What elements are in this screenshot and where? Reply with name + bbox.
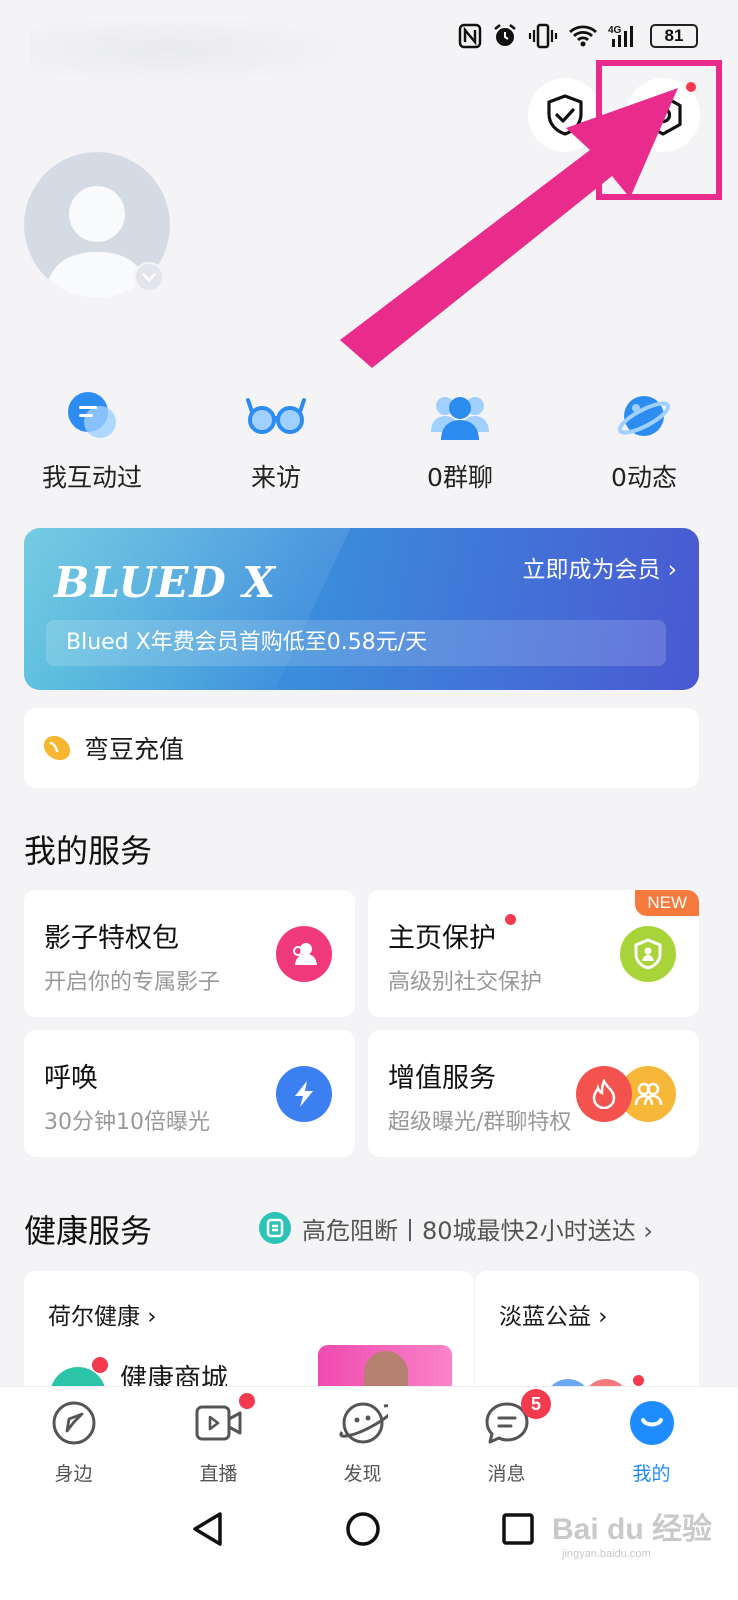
new-badge: NEW xyxy=(635,890,699,916)
card-title: 主页保护 xyxy=(388,923,496,954)
hospital-icon xyxy=(259,1212,291,1244)
home-icon[interactable] xyxy=(344,1510,382,1548)
stat-label: 来访 xyxy=(250,463,301,492)
become-member-link[interactable]: 立即成为会员 › xyxy=(522,550,677,584)
bean-icon xyxy=(43,735,71,761)
protect-shield-icon xyxy=(620,926,676,982)
health-promo-link[interactable]: 高危阻断丨80城最快2小时送达 › xyxy=(258,1208,653,1248)
card-title: 呼唤 xyxy=(44,1063,98,1094)
watermark-brand: Bai du 经验 xyxy=(552,1513,713,1546)
back-icon[interactable] xyxy=(190,1510,226,1548)
health-promo-text: 高危阻断丨80城最快2小时送达 › xyxy=(302,1216,654,1245)
card-subtitle: 开启你的专属影子 xyxy=(44,970,221,995)
avatar-expand-badge[interactable] xyxy=(134,262,164,292)
stat-interacted[interactable]: 我互动过 xyxy=(0,388,184,494)
profile-icon xyxy=(629,1401,674,1445)
tab-live[interactable]: 直播 xyxy=(145,1393,292,1486)
chat-bubble-icon xyxy=(68,392,116,438)
tab-label: 发现 xyxy=(343,1463,382,1485)
system-nav-bar: Bai du 经验 jingyan.baidu.com xyxy=(0,1496,738,1600)
recents-icon[interactable] xyxy=(500,1511,536,1547)
recharge-row[interactable]: 弯豆充值 xyxy=(24,708,699,788)
service-card-summon[interactable]: 呼唤 30分钟10倍曝光 xyxy=(24,1030,355,1157)
danlan-title[interactable]: 淡蓝公益 › xyxy=(499,1297,608,1331)
tab-me[interactable]: 我的 xyxy=(578,1395,725,1486)
card-title: 增值服务 xyxy=(388,1063,496,1094)
card-subtitle: 超级曝光/群聊特权 xyxy=(388,1110,572,1135)
banner-title: BLUED X xyxy=(54,558,277,607)
planet-icon xyxy=(617,396,671,436)
stat-visitors[interactable]: 来访 xyxy=(184,388,368,494)
health-card-hol[interactable]: 荷尔健康 › 健康商城 xyxy=(24,1271,474,1407)
vip-banner[interactable]: BLUED X 立即成为会员 › Blued X年费会员首购低至0.58元/天 xyxy=(24,528,699,690)
tab-discover[interactable]: 发现 xyxy=(289,1395,436,1486)
mall-notification-dot xyxy=(92,1357,108,1373)
chevron-down-icon xyxy=(142,273,156,282)
protect-notification-dot xyxy=(505,914,516,925)
card-title: 影子特权包 xyxy=(44,923,179,954)
service-card-value-added[interactable]: 增值服务 超级曝光/群聊特权 xyxy=(368,1030,699,1157)
card-subtitle: 30分钟10倍曝光 xyxy=(44,1110,210,1135)
tab-label: 我的 xyxy=(632,1463,671,1485)
stat-group-chats[interactable]: 0群聊 xyxy=(368,388,552,494)
service-card-shadow[interactable]: 影子特权包 开启你的专属影子 xyxy=(24,890,355,1017)
tab-nearby[interactable]: 身边 xyxy=(0,1395,147,1486)
baidu-watermark: Bai du 经验 jingyan.baidu.com xyxy=(552,1504,712,1560)
unread-count-badge: 5 xyxy=(521,1389,551,1419)
group-icon xyxy=(431,397,489,440)
health-title: 健康服务 xyxy=(24,1212,153,1250)
watermark-url: jingyan.baidu.com xyxy=(562,1548,651,1560)
tab-label: 直播 xyxy=(199,1463,238,1485)
fire-icon xyxy=(576,1066,632,1122)
tab-messages[interactable]: 5 消息 xyxy=(433,1389,580,1486)
stat-moments[interactable]: 0动态 xyxy=(552,388,736,494)
glasses-icon xyxy=(246,398,306,434)
banner-promo: Blued X年费会员首购低至0.58元/天 xyxy=(46,620,666,666)
danlan-notification-dot xyxy=(633,1375,644,1386)
stat-label: 0群聊 xyxy=(427,463,493,492)
planet-face-icon xyxy=(338,1402,388,1444)
tab-label: 身边 xyxy=(54,1463,93,1485)
tab-label: 消息 xyxy=(487,1463,526,1485)
service-card-profile-protect[interactable]: 主页保护 高级别社交保护 NEW xyxy=(368,890,699,1017)
card-subtitle: 高级别社交保护 xyxy=(388,970,543,995)
stat-label: 我互动过 xyxy=(41,463,142,492)
services-title: 我的服务 xyxy=(24,832,153,870)
compass-icon xyxy=(52,1401,95,1445)
hol-health-title[interactable]: 荷尔健康 › xyxy=(48,1297,157,1331)
live-notification-dot xyxy=(239,1393,255,1409)
video-icon xyxy=(195,1405,241,1441)
stats-row: 我互动过 来访 0群聊 0动态 xyxy=(0,388,738,498)
recharge-label: 弯豆充值 xyxy=(84,735,185,764)
lightning-icon xyxy=(276,1066,332,1122)
shadow-user-icon xyxy=(276,926,332,982)
bottom-tab-bar: 身边 直播 发现 5 消息 我的 xyxy=(0,1386,738,1496)
stat-label: 0动态 xyxy=(611,463,677,492)
health-card-danlan[interactable]: 淡蓝公益 › xyxy=(475,1271,699,1409)
